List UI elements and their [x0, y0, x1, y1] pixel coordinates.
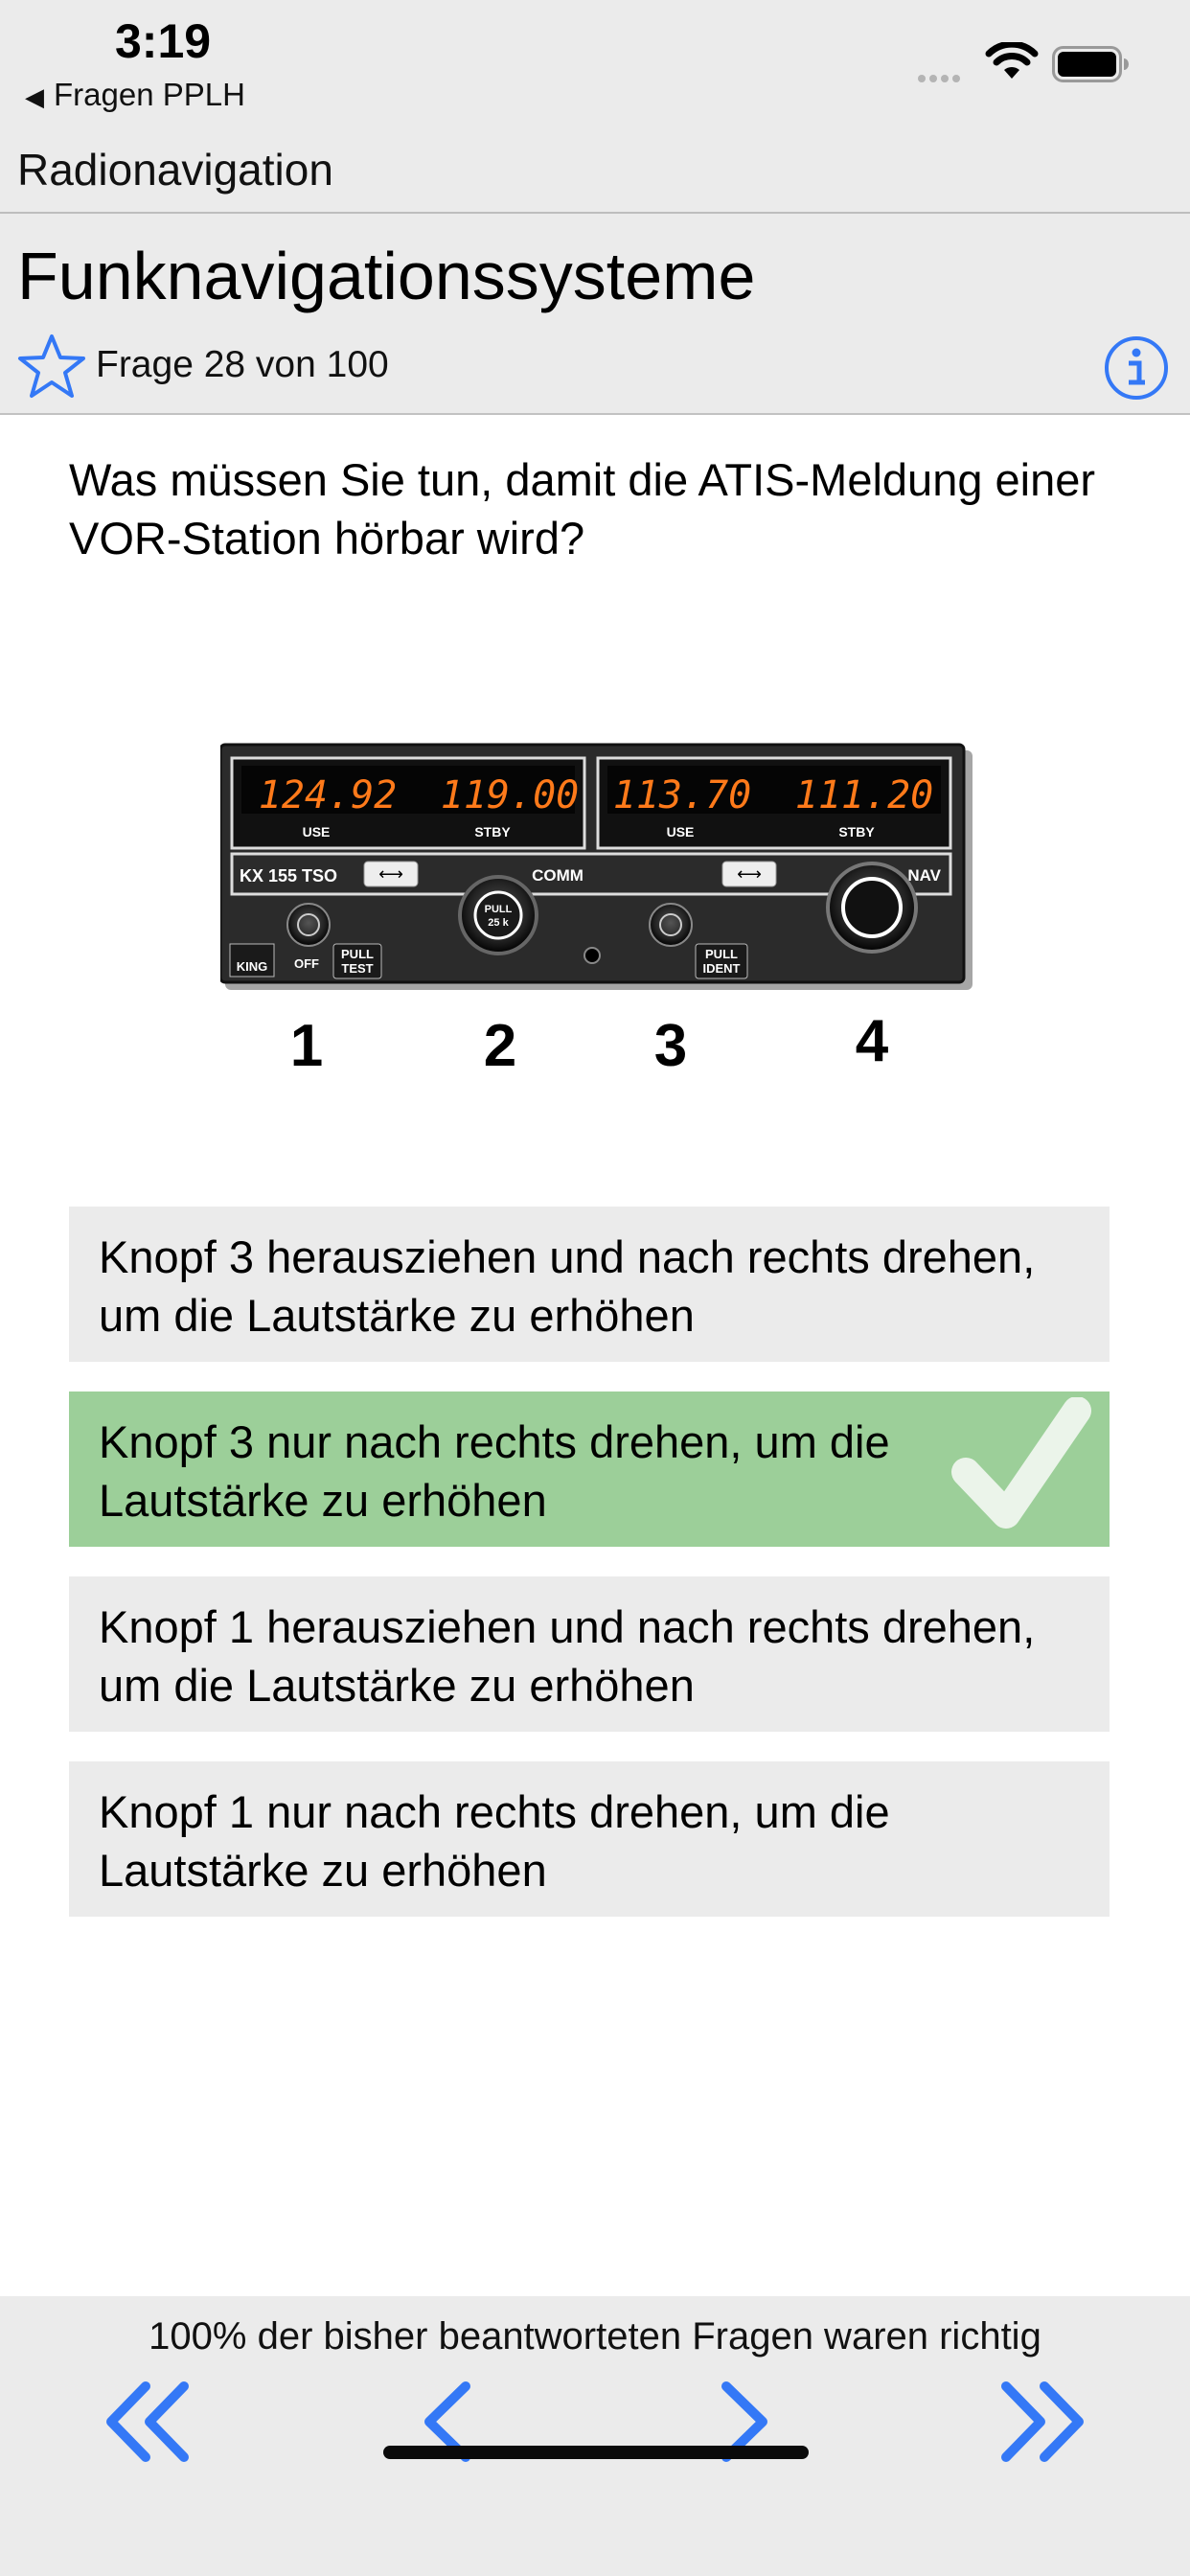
- back-to-app-button[interactable]: ◀ Fragen PPLH: [25, 77, 245, 113]
- nav-stby-label: STBY: [838, 824, 875, 840]
- nav-label: NAV: [907, 866, 941, 885]
- brand-label: KING: [237, 959, 268, 974]
- stats-text: 100% der bisher beantworteten Fragen war…: [149, 2315, 1041, 2358]
- answer-list: Knopf 3 herausziehen und nach rechts dre…: [69, 1207, 1110, 1946]
- question-header: Funknavigationssysteme Frage 28 von 100: [0, 214, 1190, 415]
- navigation-bar: Radionavigation: [0, 125, 1190, 214]
- back-triangle-icon: ◀: [25, 82, 44, 111]
- pull-test-label-2: TEST: [341, 961, 373, 976]
- nav-swap-icon: ⟷: [737, 864, 762, 885]
- radio-panel-svg: 124.92 119.00 113.70 111.20 USE STBY USE…: [218, 743, 973, 1079]
- model-label: KX 155 TSO: [240, 866, 337, 886]
- answer-text: Knopf 3 nur nach rechts drehen, um die L…: [99, 1416, 890, 1526]
- comm-stby-label: STBY: [474, 824, 511, 840]
- answer-option-4[interactable]: Knopf 1 nur nach rechts drehen, um die L…: [69, 1761, 1110, 1917]
- pull-ident-label-1: PULL: [705, 947, 738, 961]
- status-bar: 3:19 ◀ Fragen PPLH: [0, 0, 1190, 125]
- nav-use-freq: 113.70: [613, 773, 752, 817]
- nav-stby-freq: 111.20: [795, 773, 934, 817]
- comm-use-freq: 124.92: [259, 773, 398, 817]
- knob-number-3: 3: [654, 1013, 687, 1079]
- first-icon[interactable]: [103, 2380, 192, 2463]
- answer-option-2[interactable]: Knopf 3 nur nach rechts drehen, um die L…: [69, 1392, 1110, 1547]
- comm-swap-icon: ⟷: [378, 864, 403, 885]
- answer-option-3[interactable]: Knopf 1 herausziehen und nach rechts dre…: [69, 1576, 1110, 1732]
- signal-dots-icon: [918, 70, 973, 82]
- pull-test-label-1: PULL: [341, 947, 374, 961]
- comm-stby-freq: 119.00: [441, 773, 580, 817]
- battery-icon: [1052, 46, 1129, 82]
- nav-use-label: USE: [667, 824, 695, 840]
- radio-panel-image: 124.92 119.00 113.70 111.20 USE STBY USE…: [218, 743, 977, 1097]
- question-text: Was müssen Sie tun, damit die ATIS-Meldu…: [69, 454, 1096, 564]
- answer-text: Knopf 1 herausziehen und nach rechts dre…: [99, 1601, 1036, 1711]
- last-icon[interactable]: [998, 2380, 1087, 2463]
- status-time: 3:19: [115, 14, 212, 68]
- bottom-toolbar: 100% der bisher beantworteten Fragen war…: [0, 2296, 1190, 2576]
- knob-number-1: 1: [290, 1013, 323, 1079]
- section-title: Funknavigationssysteme: [17, 239, 756, 313]
- knob-number-4: 4: [856, 1008, 889, 1074]
- back-to-app-label: Fragen PPLH: [54, 77, 245, 112]
- comm-label: COMM: [532, 866, 584, 885]
- comm-use-label: USE: [303, 824, 331, 840]
- answer-option-1[interactable]: Knopf 3 herausziehen und nach rechts dre…: [69, 1207, 1110, 1362]
- star-icon[interactable]: [17, 333, 86, 400]
- answer-text: Knopf 1 nur nach rechts drehen, um die L…: [99, 1786, 890, 1896]
- knob2-25k-label: 25 k: [488, 917, 509, 929]
- wifi-icon: [985, 42, 1039, 79]
- answer-text: Knopf 3 herausziehen und nach rechts dre…: [99, 1231, 1036, 1341]
- pull-ident-label-2: IDENT: [703, 961, 741, 976]
- home-indicator[interactable]: [383, 2446, 809, 2459]
- question-counter: Frage 28 von 100: [96, 344, 389, 385]
- knob-number-2: 2: [484, 1013, 516, 1079]
- category-title: Radionavigation: [17, 145, 333, 195]
- off-label: OFF: [294, 956, 319, 971]
- knob2-pull-label: PULL: [485, 904, 513, 915]
- info-icon[interactable]: [1103, 334, 1170, 402]
